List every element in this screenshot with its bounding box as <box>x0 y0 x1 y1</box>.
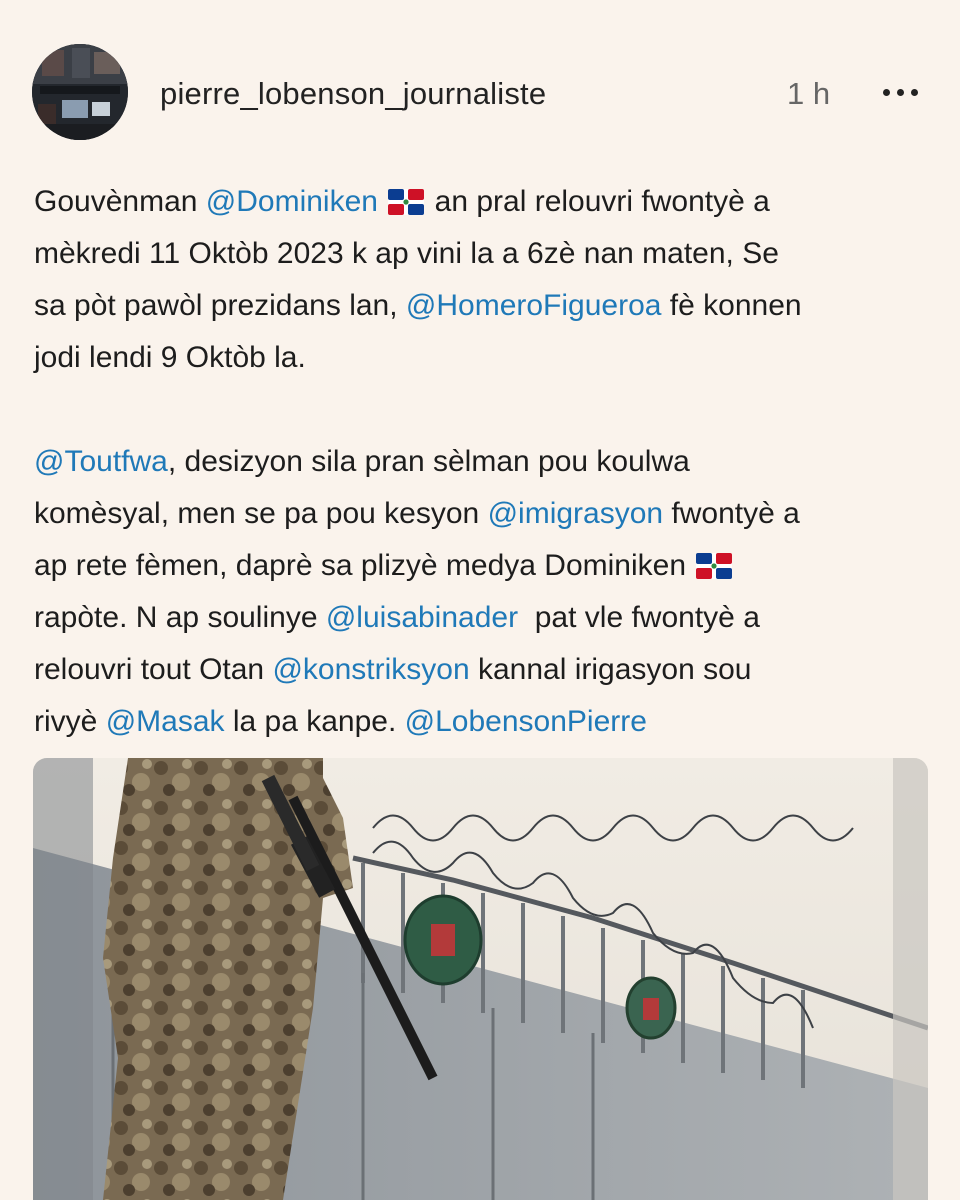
mention-toutfwa[interactable]: @Toutfwa <box>34 445 168 478</box>
caption-line: relouvri tout Otan @konstriksyon kannal … <box>34 644 914 696</box>
caption-text: rapòte. N ap soulinye <box>34 601 326 634</box>
timestamp: 1 h <box>787 76 831 111</box>
post-card: pierre_lobenson_journaliste 1 h Gouvènma… <box>0 0 960 1200</box>
post-caption: Gouvènman @Dominiken an pral relouvri fw… <box>34 176 914 748</box>
mention-masak[interactable]: @Masak <box>106 705 225 738</box>
post-header: pierre_lobenson_journaliste 1 h <box>32 44 932 144</box>
caption-text: fwontyè a <box>663 497 800 530</box>
post-photo[interactable] <box>33 758 928 1200</box>
dominican-flag-icon <box>388 180 425 215</box>
username[interactable]: pierre_lobenson_journaliste <box>160 76 546 112</box>
caption-text: fè konnen <box>661 289 802 322</box>
mention-konstriksyon[interactable]: @konstriksyon <box>272 653 469 686</box>
caption-line: rivyè @Masak la pa kanpe. @LobensonPierr… <box>34 696 914 748</box>
caption-text: komèsyal, men se pa pou kesyon <box>34 497 488 530</box>
caption-line: komèsyal, men se pa pou kesyon @imigrasy… <box>34 488 914 540</box>
caption-text: relouvri tout Otan <box>34 653 273 686</box>
dot <box>910 88 918 96</box>
avatar[interactable] <box>32 44 128 140</box>
caption-text: ap rete fèmen, daprè sa plizyè medya Dom… <box>34 549 695 582</box>
caption-line: jodi lendi 9 Oktòb la. <box>34 341 306 374</box>
caption-text: rivyè <box>34 705 106 738</box>
caption-text: , desizyon sila pran sèlman pou koulwa <box>167 445 690 478</box>
mention-luisabinader[interactable]: @luisabinader <box>326 601 518 634</box>
caption-text: an pral relouvri fwontyè a <box>426 185 770 218</box>
caption-line: mèkredi 11 Oktòb 2023 k ap vini la a 6zè… <box>34 237 779 270</box>
dot <box>882 88 890 96</box>
caption-line: rapòte. N ap soulinye @luisabinader pat … <box>34 592 914 644</box>
dominican-flag-icon <box>696 544 733 579</box>
caption-line: sa pòt pawòl prezidans lan, @HomeroFigue… <box>34 280 914 332</box>
caption-line: @Toutfwa, desizyon sila pran sèlman pou … <box>34 436 914 488</box>
border-wall-photo <box>33 758 928 1200</box>
mention-imigrasyon[interactable]: @imigrasyon <box>488 497 664 530</box>
more-options-icon[interactable] <box>870 70 930 114</box>
caption-text: pat vle fwontyè a <box>518 601 760 634</box>
dot <box>896 88 904 96</box>
caption-text: kannal irigasyon sou <box>469 653 752 686</box>
caption-text: la pa kanpe. <box>224 705 405 738</box>
mention-lobensonpierre[interactable]: @LobensonPierre <box>405 705 647 738</box>
caption-line: ap rete fèmen, daprè sa plizyè medya Dom… <box>34 540 914 592</box>
caption-line: Gouvènman @Dominiken an pral relouvri fw… <box>34 176 914 228</box>
mention-homerofigueroa[interactable]: @HomeroFigueroa <box>406 289 662 322</box>
mention-dominiken[interactable]: @Dominiken <box>206 185 378 218</box>
caption-text: sa pòt pawòl prezidans lan, <box>34 289 406 322</box>
caption-text: Gouvènman <box>34 185 206 218</box>
